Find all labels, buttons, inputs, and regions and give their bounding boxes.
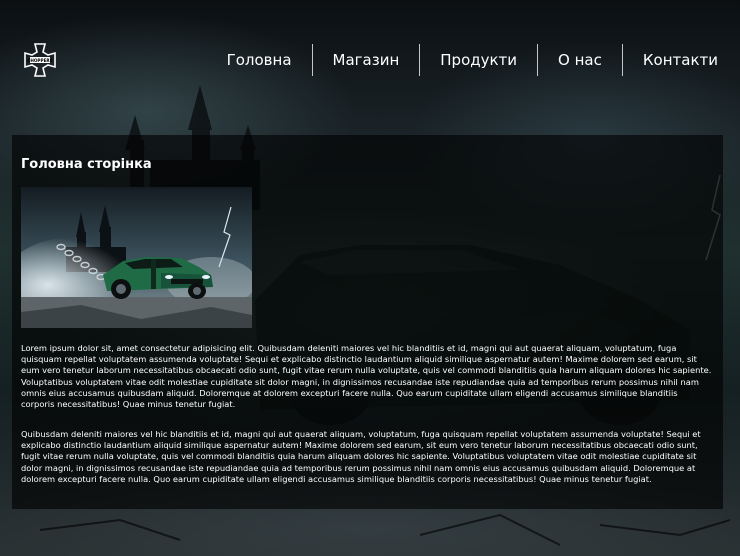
nav-item-home[interactable]: Головна [207, 44, 312, 76]
car-photo [21, 187, 252, 328]
choppers-logo[interactable]: CHOPPERS [23, 42, 57, 78]
paragraph-1: Lorem ipsum dolor sit, amet consectetur … [21, 343, 712, 410]
main-nav: Головна Магазин Продукти О нас Контакти [207, 44, 718, 76]
content-panel: Головна сторінка Lorem ipsum dolor sit, … [12, 135, 723, 509]
nav-item-about[interactable]: О нас [537, 44, 622, 76]
nav-item-shop[interactable]: Магазин [311, 44, 420, 76]
choppers-iron-cross-icon: CHOPPERS [24, 43, 56, 77]
nav-item-contacts[interactable]: Контакти [621, 44, 718, 76]
page-title: Головна сторінка [21, 157, 152, 172]
logo-text: CHOPPERS [27, 58, 52, 63]
paragraph-2: Quibusdam deleniti maiores vel hic bland… [21, 429, 701, 484]
page-root: CHOPPERS Головна Магазин Продукти О нас … [0, 0, 740, 556]
nav-item-products[interactable]: Продукти [419, 44, 537, 76]
car-photo-icon [21, 187, 252, 328]
